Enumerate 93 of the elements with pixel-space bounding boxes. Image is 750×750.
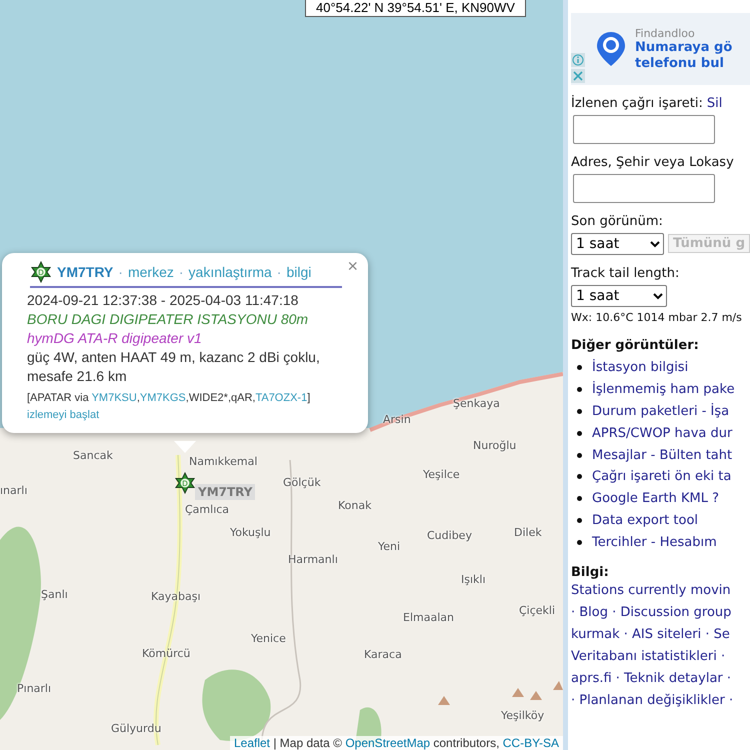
station-comment: BORU DAGI DIGIPEATER ISTASYONU 80m [27, 310, 310, 329]
place-label: Konak [338, 499, 372, 512]
place-label: Cudibey [427, 529, 472, 542]
info-links-line[interactable]: Veritabanı istatistikleri · [571, 646, 750, 668]
sidebar-link[interactable]: İstasyon bilgisi [592, 360, 688, 376]
callsign-link[interactable]: YM7TRY [57, 264, 114, 280]
sidebar-link[interactable]: APRS/CWOP hava dur [592, 426, 732, 441]
time-select[interactable]: 1 saat [571, 233, 664, 255]
clear-link[interactable]: Sil [706, 95, 722, 113]
separator: - [700, 404, 708, 419]
bullet-icon [577, 540, 582, 545]
place-label: Gülyurdu [111, 722, 162, 735]
info-links-line[interactable]: · Blog · Discussion group [571, 602, 750, 624]
place-label: Arsin [383, 413, 411, 426]
place-label: Elmaalan [403, 611, 454, 624]
station-details: güç 4W, anten HAAT 49 m, kazanc 2 dBi çoklu, mesafe 21.6 km [27, 348, 321, 386]
bullet-icon [577, 474, 582, 480]
bullet-icon [577, 496, 582, 502]
address-input[interactable] [573, 174, 715, 203]
place-label: Nuroğlu [473, 439, 516, 452]
separator: - [650, 448, 656, 463]
sidebar-link[interactable]: Durum paketleri [592, 404, 698, 419]
bullet-icon [577, 408, 582, 414]
section-heading: Diğer görüntüler: [571, 338, 700, 353]
place-label: Yeni [378, 540, 400, 553]
tail-select[interactable]: 1 saat [571, 285, 667, 307]
place-label: Kömürcü [142, 647, 190, 660]
place-label: Karaca [364, 648, 402, 661]
place-label: Şenkaya [453, 397, 500, 410]
place-label: Gölçük [283, 476, 321, 489]
station-marker-icon[interactable]: D [174, 472, 196, 494]
bullet-icon [577, 452, 582, 458]
device-name: hymDG ATA-R digipeater v1 [27, 329, 203, 348]
place-label: Sancak [73, 449, 113, 462]
field-label: Son görünüm: [571, 213, 664, 231]
weather-text: Wx: 10.6°C 1014 mbar 2.7 m/s [571, 311, 743, 324]
place-label: Harmanlı [288, 553, 338, 566]
separator-dot: · [276, 264, 282, 280]
ad-brand: Findandloo [635, 26, 696, 40]
coordinates-display: 40°54.22' N 39°54.51' E, KN90WV [305, 0, 526, 17]
place-label: Işıklı [461, 573, 486, 586]
sidebar-link[interactable]: İşa [710, 404, 730, 419]
close-button[interactable]: × [343, 256, 362, 277]
field-label: Adres, Şehir veya Lokasy [571, 154, 735, 172]
bullet-icon [577, 387, 582, 392]
sidebar-link[interactable]: Hesabım [660, 534, 717, 550]
close-icon[interactable] [571, 69, 585, 83]
place-label: Çamlıca [185, 503, 230, 516]
attribution-link[interactable]: CC-BY-SA [502, 736, 559, 750]
place-label: Namıkkemal [189, 455, 258, 468]
ad-banner[interactable]: Findandloo Numaraya gö telefonu bul [571, 13, 750, 85]
sidebar-link[interactable]: İşlenmemiş ham pake [592, 382, 735, 398]
sidebar-link[interactable]: Mesajlar [592, 448, 646, 463]
field-label: Track tail length: [571, 265, 680, 283]
packet-path: [APATAR via YM7KSU,YM7KGS,WIDE2*,qAR,TA7OZX-1] [27, 392, 312, 404]
time-range: 2024-09-21 12:37:38 - 2025-04-03 11:47:18 [27, 291, 300, 310]
sidebar-link[interactable]: Google Earth KML ? [592, 491, 719, 506]
section-heading: Bilgi: [571, 565, 610, 580]
callsign-input[interactable] [573, 115, 715, 144]
info-icon[interactable] [571, 53, 585, 67]
sidebar-link[interactable]: Çağrı işareti ön eki ta [592, 469, 732, 484]
bullet-icon [577, 518, 582, 523]
info-links-line[interactable]: Stations currently movin [571, 580, 750, 602]
info-links-line[interactable]: kurmak · AIS siteleri · Se [571, 624, 750, 646]
place-label: Çiçekli [519, 604, 556, 617]
map-attribution: Leaflet | Map data © OpenStreetMap contributors, CC-BY-SA [230, 736, 563, 750]
bullet-icon [577, 365, 582, 370]
separator-dot: · [118, 264, 123, 280]
info-links-line[interactable]: · Planlanan değişiklikler · [571, 690, 750, 712]
place-label: Şanlı [41, 588, 68, 601]
place-label: Yokuşlu [230, 526, 271, 539]
sidebar-link[interactable]: Bülten taht [659, 448, 732, 463]
ad-headline[interactable]: Numaraya gö [635, 40, 732, 56]
bullet-icon [577, 430, 582, 436]
location-pin-icon [595, 30, 627, 68]
place-label: Dilek [514, 526, 542, 539]
attribution-link[interactable]: OpenStreetMap [345, 736, 430, 750]
popup-pointer [174, 441, 196, 453]
place-label: Kayabaşı [151, 590, 201, 603]
place-label: Pınarlı [17, 682, 52, 695]
field-label: İzlenen çağrı işareti: [571, 95, 703, 113]
separator-dot: · [178, 264, 184, 280]
station-symbol-icon: D [30, 261, 52, 283]
place-label: Yeşilköy [501, 709, 544, 722]
separator: - [650, 534, 657, 550]
sidebar-link[interactable]: Tercihler [592, 534, 647, 550]
place-label: Yenice [251, 632, 286, 645]
ad-headline[interactable]: telefonu bul [635, 56, 732, 72]
sidebar-link[interactable]: Data export tool [592, 512, 698, 528]
place-label: ınarlı [0, 484, 28, 497]
attribution-link[interactable]: Leaflet [234, 736, 270, 750]
info-links-line[interactable]: aprs.fi · Teknik detaylar · [571, 668, 750, 690]
place-label: Yeşilce [423, 468, 460, 481]
